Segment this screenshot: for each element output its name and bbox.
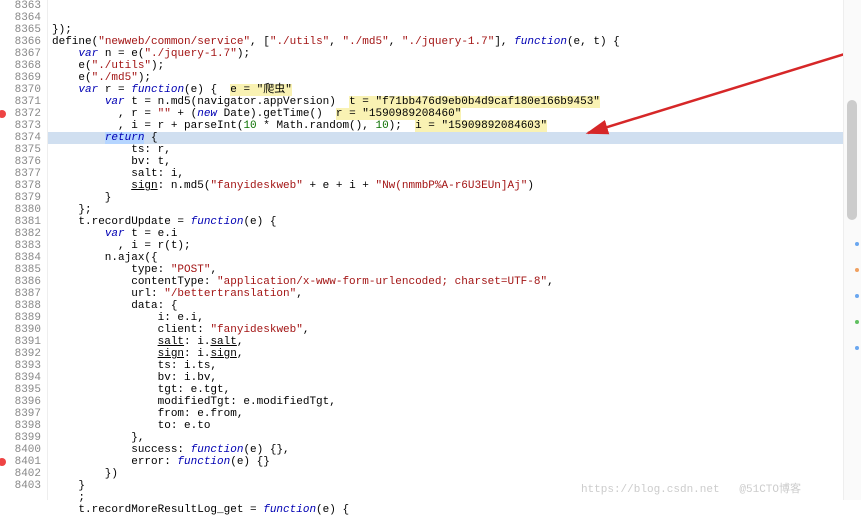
line-number[interactable]: 8397 — [0, 408, 41, 420]
line-number[interactable]: 8389 — [0, 312, 41, 324]
minimap-scrollbar[interactable] — [843, 0, 861, 500]
code-line[interactable]: t.recordUpdate = function(e) { — [48, 216, 843, 228]
code-line[interactable]: e("./md5"); — [48, 72, 843, 84]
line-number[interactable]: 8365 — [0, 24, 41, 36]
code-line[interactable]: , r = "" + (new Date).getTime() r = "159… — [48, 108, 843, 120]
code-line[interactable]: type: "POST", — [48, 264, 843, 276]
code-line[interactable]: contentType: "application/x-www-form-url… — [48, 276, 843, 288]
code-line[interactable]: salt: i.salt, — [48, 336, 843, 348]
code-line[interactable]: i: e.i, — [48, 312, 843, 324]
line-number[interactable]: 8391 — [0, 336, 41, 348]
line-number[interactable]: 8363 — [0, 0, 41, 12]
line-number[interactable]: 8386 — [0, 276, 41, 288]
marker-dot — [855, 346, 859, 350]
line-number[interactable]: 8399 — [0, 432, 41, 444]
code-line[interactable]: define("newweb/common/service", ["./util… — [48, 36, 843, 48]
code-line[interactable]: modifiedTgt: e.modifiedTgt, — [48, 396, 843, 408]
code-line[interactable]: bv: i.bv, — [48, 372, 843, 384]
code-line[interactable]: ts: i.ts, — [48, 360, 843, 372]
code-line[interactable]: tgt: e.tgt, — [48, 384, 843, 396]
line-number[interactable]: 8376 — [0, 156, 41, 168]
line-number[interactable]: 8370 — [0, 84, 41, 96]
code-line[interactable]: }) — [48, 468, 843, 480]
code-line[interactable]: error: function(e) {} — [48, 456, 843, 468]
marker-dot — [855, 294, 859, 298]
line-number[interactable]: 8392 — [0, 348, 41, 360]
marker-dot — [855, 268, 859, 272]
code-line[interactable]: n.ajax({ — [48, 252, 843, 264]
line-number[interactable]: 8385 — [0, 264, 41, 276]
line-number[interactable]: 8398 — [0, 420, 41, 432]
line-number[interactable]: 8367 — [0, 48, 41, 60]
code-line[interactable]: }); — [48, 24, 843, 36]
line-number[interactable]: 8394 — [0, 372, 41, 384]
line-number[interactable]: 8366 — [0, 36, 41, 48]
line-number[interactable]: 8393 — [0, 360, 41, 372]
code-line[interactable]: success: function(e) {}, — [48, 444, 843, 456]
line-number[interactable]: 8377 — [0, 168, 41, 180]
scrollbar-thumb[interactable] — [847, 100, 857, 220]
line-number[interactable]: 8380 — [0, 204, 41, 216]
code-line[interactable]: var n = e("./jquery-1.7"); — [48, 48, 843, 60]
line-number[interactable]: 8379 — [0, 192, 41, 204]
line-number[interactable]: 8390 — [0, 324, 41, 336]
code-line[interactable]: client: "fanyideskweb", — [48, 324, 843, 336]
line-number[interactable]: 8387 — [0, 288, 41, 300]
code-editor[interactable]: });define("newweb/common/service", ["./u… — [48, 0, 843, 500]
line-number[interactable]: 8381 — [0, 216, 41, 228]
code-line[interactable]: sign: i.sign, — [48, 348, 843, 360]
code-line[interactable]: return { — [48, 132, 843, 144]
code-line[interactable]: sign: n.md5("fanyideskweb" + e + i + "Nw… — [48, 180, 843, 192]
line-gutter: 8363836483658366836783688369837083718372… — [0, 0, 48, 500]
code-line[interactable]: data: { — [48, 300, 843, 312]
line-number[interactable]: 8368 — [0, 60, 41, 72]
code-line[interactable]: bv: t, — [48, 156, 843, 168]
code-line[interactable]: var r = function(e) { e = "爬虫" — [48, 84, 843, 96]
code-line[interactable]: var t = n.md5(navigator.appVersion) t = … — [48, 96, 843, 108]
code-line[interactable]: }; — [48, 204, 843, 216]
line-number[interactable]: 8396 — [0, 396, 41, 408]
line-number[interactable]: 8388 — [0, 300, 41, 312]
line-number[interactable]: 8400 — [0, 444, 41, 456]
line-number[interactable]: 8374 — [0, 132, 41, 144]
marker-dot — [855, 242, 859, 246]
line-number[interactable]: 8401 — [0, 456, 41, 468]
code-line[interactable]: }, — [48, 432, 843, 444]
line-number[interactable]: 8371 — [0, 96, 41, 108]
line-number[interactable]: 8369 — [0, 72, 41, 84]
code-line[interactable]: e("./utils"); — [48, 60, 843, 72]
code-line[interactable]: ts: r, — [48, 144, 843, 156]
line-number[interactable]: 8378 — [0, 180, 41, 192]
code-line[interactable]: var t = e.i — [48, 228, 843, 240]
marker-dot — [855, 320, 859, 324]
line-number[interactable]: 8383 — [0, 240, 41, 252]
side-markers — [855, 220, 859, 372]
line-number[interactable]: 8373 — [0, 120, 41, 132]
line-number[interactable]: 8395 — [0, 384, 41, 396]
line-number[interactable]: 8372 — [0, 108, 41, 120]
code-line[interactable]: salt: i, — [48, 168, 843, 180]
code-line[interactable]: , i = r(t); — [48, 240, 843, 252]
code-line[interactable]: to: e.to — [48, 420, 843, 432]
code-line[interactable]: t.recordMoreResultLog_get = function(e) … — [48, 504, 843, 516]
code-line[interactable]: url: "/bettertranslation", — [48, 288, 843, 300]
code-line[interactable]: from: e.from, — [48, 408, 843, 420]
line-number[interactable]: 8364 — [0, 12, 41, 24]
code-line[interactable]: , i = r + parseInt(10 * Math.random(), 1… — [48, 120, 843, 132]
code-line[interactable]: } — [48, 192, 843, 204]
watermark: https://blog.csdn.net @51CTO博客 — [581, 480, 801, 496]
line-number[interactable]: 8384 — [0, 252, 41, 264]
line-number[interactable]: 8403 — [0, 480, 41, 492]
line-number[interactable]: 8375 — [0, 144, 41, 156]
line-number[interactable]: 8402 — [0, 468, 41, 480]
line-number[interactable]: 8382 — [0, 228, 41, 240]
